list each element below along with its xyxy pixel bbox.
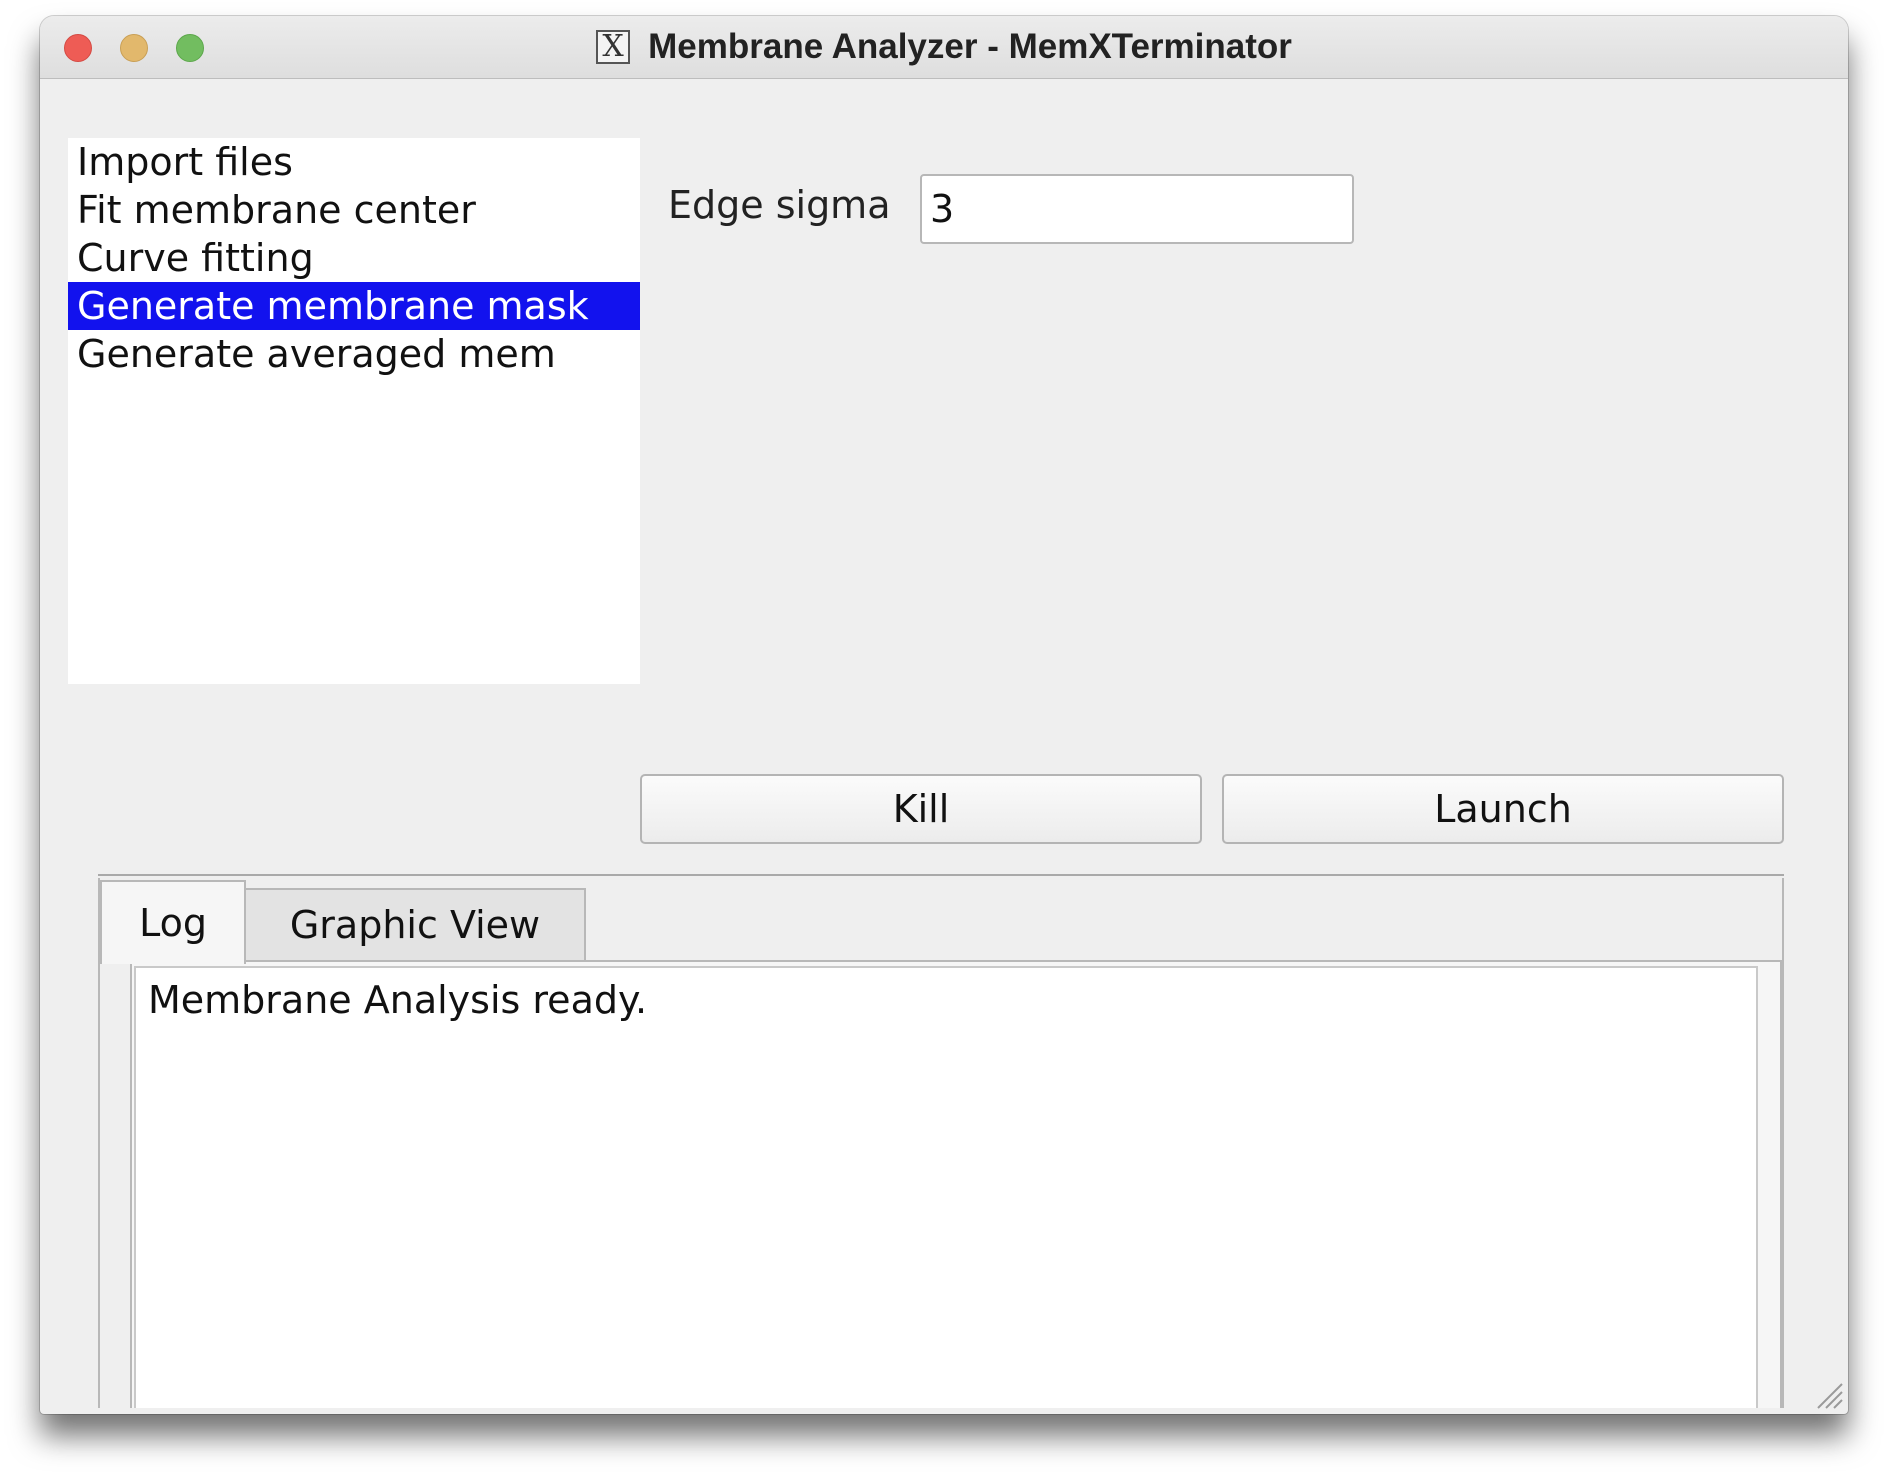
tab-log[interactable]: Log — [100, 880, 246, 964]
list-item-curve-fitting[interactable]: Curve fitting — [68, 234, 640, 282]
edge-sigma-input[interactable] — [920, 174, 1354, 244]
title-container: X Membrane Analyzer - MemXTerminator — [40, 16, 1848, 78]
app-window: X Membrane Analyzer - MemXTerminator Imp… — [40, 16, 1848, 1414]
title-bar[interactable]: X Membrane Analyzer - MemXTerminator — [40, 16, 1848, 79]
launch-button[interactable]: Launch — [1222, 774, 1784, 844]
edge-sigma-label: Edge sigma — [668, 183, 891, 227]
window-title: Membrane Analyzer - MemXTerminator — [648, 27, 1292, 66]
steps-list[interactable]: Import files Fit membrane center Curve f… — [68, 138, 640, 684]
list-item-import-files[interactable]: Import files — [68, 138, 640, 186]
resize-grip-icon[interactable] — [1808, 1374, 1844, 1410]
list-item-fit-membrane-center[interactable]: Fit membrane center — [68, 186, 640, 234]
list-item-generate-averaged-mem[interactable]: Generate averaged mem — [68, 330, 640, 378]
kill-button[interactable]: Kill — [640, 774, 1202, 844]
log-text-area[interactable]: Membrane Analysis ready. — [134, 966, 1758, 1408]
section-divider — [98, 874, 1784, 876]
x11-app-icon: X — [596, 30, 631, 64]
list-item-generate-membrane-mask[interactable]: Generate membrane mask — [68, 282, 640, 330]
tab-graphic-view[interactable]: Graphic View — [246, 888, 586, 962]
